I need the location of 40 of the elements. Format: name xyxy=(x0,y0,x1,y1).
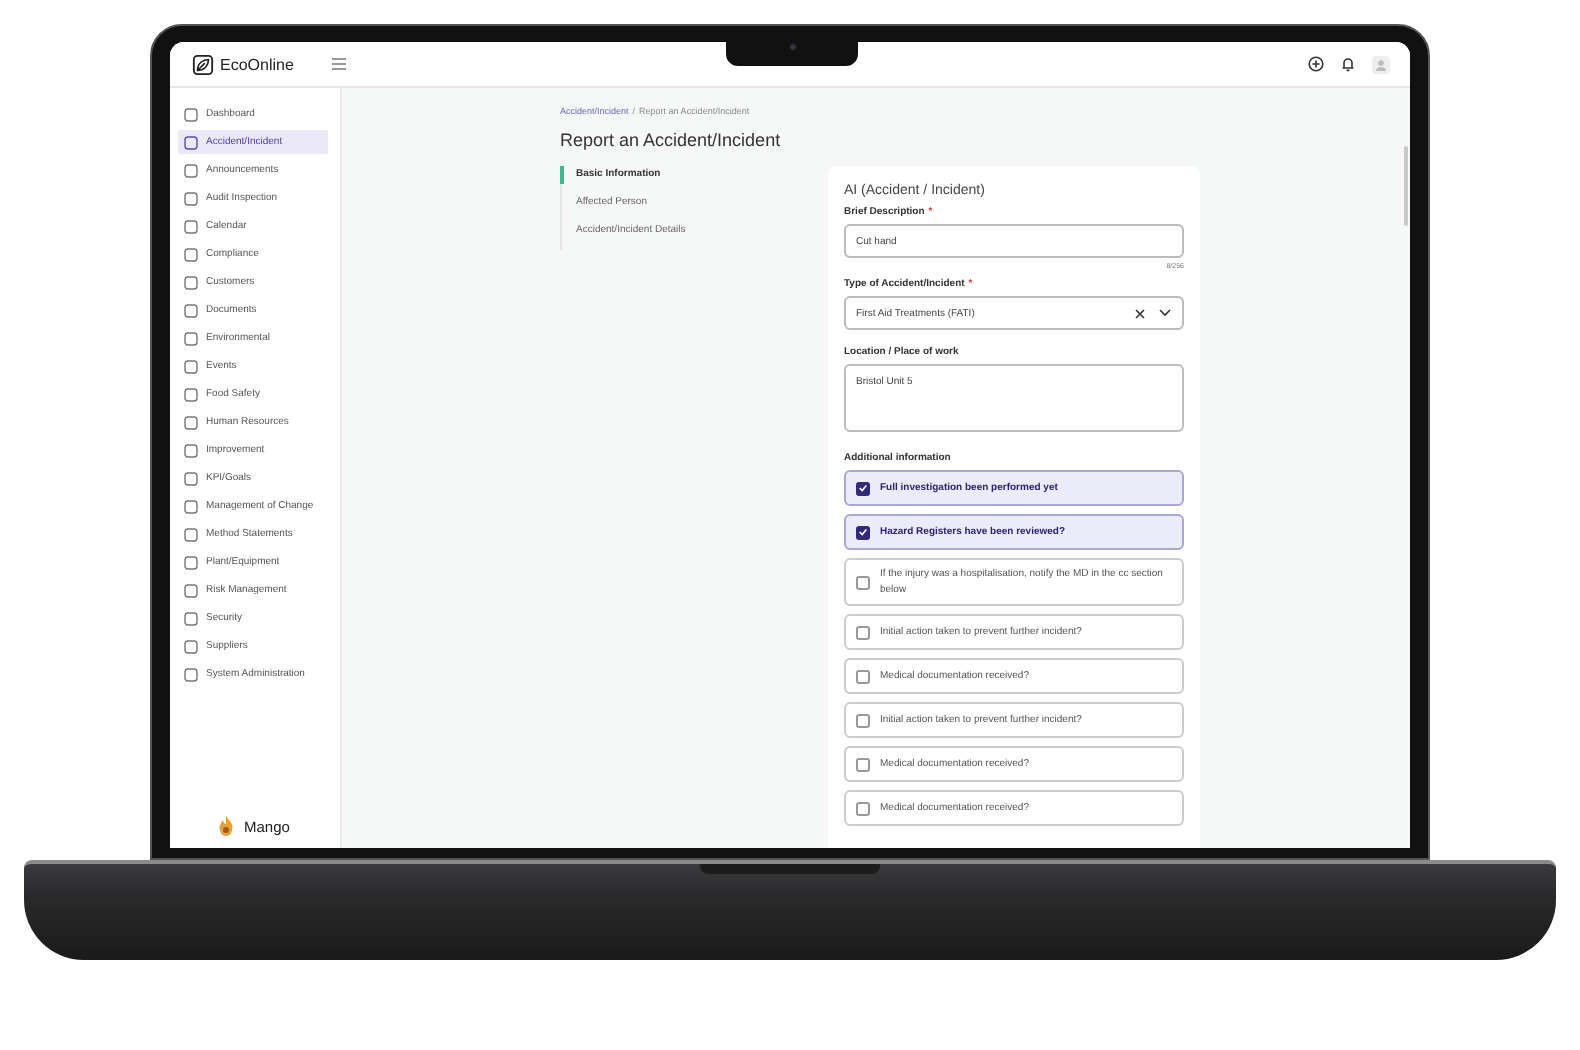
rounded-square-icon xyxy=(184,107,198,121)
rounded-square-icon xyxy=(184,191,198,205)
menu-icon[interactable] xyxy=(331,58,346,70)
rounded-square-icon xyxy=(184,387,198,401)
checkbox[interactable] xyxy=(856,713,870,727)
rounded-square-icon xyxy=(184,499,198,513)
rounded-square-icon xyxy=(184,303,198,317)
rounded-square-icon xyxy=(184,163,198,177)
rounded-square-icon xyxy=(184,555,198,569)
rounded-square-icon xyxy=(184,331,198,345)
rounded-square-icon xyxy=(184,471,198,485)
flame-avatar-icon xyxy=(218,816,234,836)
rounded-square-icon xyxy=(184,611,198,625)
rounded-square-icon xyxy=(184,639,198,653)
rounded-square-icon xyxy=(184,415,198,429)
rounded-square-icon xyxy=(184,359,198,373)
leaf-logo-icon xyxy=(192,53,214,75)
rounded-square-icon xyxy=(184,667,198,681)
user-avatar-icon[interactable] xyxy=(1372,55,1390,73)
scrollbar[interactable] xyxy=(1404,146,1408,226)
checkbox[interactable] xyxy=(856,525,870,539)
rounded-square-icon xyxy=(184,135,198,149)
checkbox[interactable] xyxy=(856,801,870,815)
checkbox[interactable] xyxy=(856,669,870,683)
add-icon[interactable] xyxy=(1308,56,1324,72)
rounded-square-icon xyxy=(184,275,198,289)
checkbox[interactable] xyxy=(856,625,870,639)
rounded-square-icon xyxy=(184,247,198,261)
rounded-square-icon xyxy=(184,527,198,541)
checkbox[interactable] xyxy=(856,575,870,589)
page-title: Report an Accident/Incident xyxy=(560,130,783,150)
clear-icon[interactable] xyxy=(1134,307,1146,319)
rounded-square-icon xyxy=(184,443,198,457)
rounded-square-icon xyxy=(184,583,198,597)
checkbox[interactable] xyxy=(856,757,870,771)
checkbox[interactable] xyxy=(856,481,870,495)
notification-bell-icon[interactable] xyxy=(1340,56,1356,72)
rounded-square-icon xyxy=(184,219,198,233)
brand-name: EcoOnline xyxy=(220,55,294,73)
chevron-down-icon[interactable] xyxy=(1158,308,1172,318)
